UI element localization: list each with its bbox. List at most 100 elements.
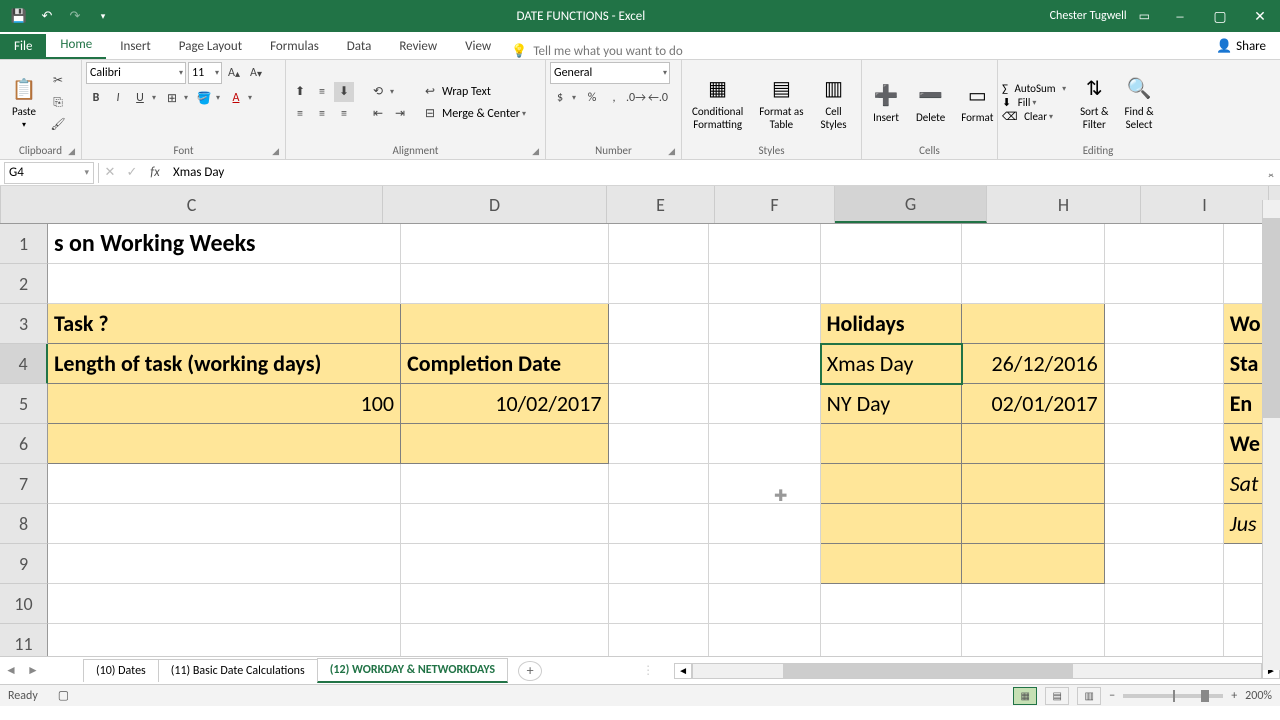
tab-formulas[interactable]: Formulas <box>256 34 333 59</box>
decrease-indent-button[interactable]: ⇤ <box>368 104 388 124</box>
column-header-D[interactable]: D <box>383 186 607 223</box>
cell-D7[interactable] <box>401 464 608 504</box>
cell-C6[interactable] <box>48 424 401 464</box>
find-select-button[interactable]: 🔍Find & Select <box>1118 73 1159 133</box>
horizontal-scrollbar[interactable]: ◄► <box>674 663 1280 679</box>
cell-D9[interactable] <box>401 544 608 584</box>
sheet-nav-prev[interactable]: ◄ <box>0 663 22 678</box>
number-dialog-icon[interactable]: ◢ <box>668 146 675 157</box>
cell-E10[interactable] <box>609 584 710 624</box>
bold-button[interactable]: B <box>86 88 106 108</box>
cell-D6[interactable] <box>401 424 608 464</box>
cell-H4[interactable]: 26/12/2016 <box>962 344 1105 384</box>
macro-record-icon[interactable]: ▢ <box>58 688 69 703</box>
cell-C3[interactable]: Task ? <box>48 304 401 344</box>
cell-C4[interactable]: Length of task (working days) <box>48 344 401 384</box>
cell-I3[interactable] <box>1105 304 1224 344</box>
increase-indent-button[interactable]: ⇥ <box>390 104 410 124</box>
tab-insert[interactable]: Insert <box>106 34 165 59</box>
comma-format-button[interactable]: , <box>604 88 624 108</box>
vertical-scrollbar[interactable] <box>1262 200 1280 670</box>
tab-page-layout[interactable]: Page Layout <box>165 34 256 59</box>
number-format-combo[interactable] <box>550 62 670 84</box>
increase-decimal-button[interactable]: .0→ <box>626 88 646 108</box>
row-header-4[interactable]: 4 <box>0 344 48 384</box>
alignment-dialog-icon[interactable]: ◢ <box>532 146 539 157</box>
tab-data[interactable]: Data <box>333 34 386 59</box>
row-header-1[interactable]: 1 <box>0 224 48 264</box>
cell-F10[interactable] <box>709 584 821 624</box>
insert-cells-button[interactable]: ➕Insert <box>866 79 906 126</box>
font-family-combo[interactable] <box>86 62 186 84</box>
wrap-text-button[interactable]: ↩Wrap Text <box>420 82 530 102</box>
row-header-11[interactable]: 11 <box>0 624 48 656</box>
cell-styles-button[interactable]: ▥Cell Styles <box>814 73 854 133</box>
align-middle-button[interactable]: ≡ <box>312 82 332 102</box>
sheet-tab-0[interactable]: (10) Dates <box>83 659 159 682</box>
cell-F5[interactable] <box>709 384 821 424</box>
cell-F8[interactable] <box>709 504 821 544</box>
percent-format-button[interactable]: % <box>582 88 602 108</box>
clear-button[interactable]: ⌫ Clear▾ <box>1002 110 1070 123</box>
row-header-10[interactable]: 10 <box>0 584 48 624</box>
cell-I11[interactable] <box>1105 624 1224 656</box>
cell-H6[interactable] <box>962 424 1105 464</box>
increase-font-button[interactable]: A▴ <box>224 63 244 83</box>
format-painter-button[interactable]: 🖌 <box>48 115 68 135</box>
underline-button[interactable]: U <box>130 88 150 108</box>
cell-C11[interactable] <box>48 624 401 656</box>
cell-F6[interactable] <box>709 424 821 464</box>
cell-E9[interactable] <box>609 544 710 584</box>
tab-home[interactable]: Home <box>46 32 106 59</box>
row-header-8[interactable]: 8 <box>0 504 48 544</box>
zoom-out-button[interactable]: − <box>1109 689 1115 703</box>
cell-E2[interactable] <box>609 264 710 304</box>
font-dialog-icon[interactable]: ◢ <box>272 146 279 157</box>
zoom-in-button[interactable]: + <box>1231 689 1237 703</box>
cell-I1[interactable] <box>1105 224 1224 264</box>
user-name[interactable]: Chester Tugwell <box>1050 9 1127 23</box>
paste-button[interactable]: 📋 Paste ▾ <box>4 73 44 132</box>
cell-H3[interactable] <box>962 304 1105 344</box>
cell-G9[interactable] <box>821 544 962 584</box>
cell-E4[interactable] <box>609 344 710 384</box>
fill-color-button[interactable]: 🪣 <box>194 88 214 108</box>
cell-C8[interactable] <box>48 504 401 544</box>
cell-E6[interactable] <box>609 424 710 464</box>
cell-G1[interactable] <box>821 224 962 264</box>
column-header-F[interactable]: F <box>715 186 835 223</box>
share-button[interactable]: 👤 Share <box>1202 34 1280 59</box>
cell-E7[interactable] <box>609 464 710 504</box>
zoom-level[interactable]: 200% <box>1245 689 1272 703</box>
cell-G6[interactable] <box>821 424 962 464</box>
sheet-tab-2[interactable]: (12) WORKDAY & NETWORKDAYS <box>317 658 508 683</box>
cell-F11[interactable] <box>709 624 821 656</box>
insert-function-icon[interactable]: fx <box>143 165 167 180</box>
cell-G5[interactable]: NY Day <box>821 384 962 424</box>
column-header-G[interactable]: G <box>835 186 987 223</box>
cell-I5[interactable] <box>1105 384 1224 424</box>
cell-C1[interactable]: s on Working Weeks <box>48 224 401 264</box>
tab-view[interactable]: View <box>451 34 505 59</box>
cell-G2[interactable] <box>821 264 962 304</box>
tab-file[interactable]: File <box>0 34 46 59</box>
cell-F7[interactable] <box>709 464 821 504</box>
cell-F4[interactable] <box>709 344 821 384</box>
accounting-format-button[interactable]: $ <box>550 88 570 108</box>
cell-H11[interactable] <box>962 624 1105 656</box>
italic-button[interactable]: I <box>108 88 128 108</box>
merge-center-button[interactable]: ⊟Merge & Center▾ <box>420 104 530 124</box>
cell-H1[interactable] <box>962 224 1105 264</box>
cell-G10[interactable] <box>821 584 962 624</box>
cell-G4[interactable]: Xmas Day <box>821 344 962 384</box>
cell-H5[interactable]: 02/01/2017 <box>962 384 1105 424</box>
cell-C10[interactable] <box>48 584 401 624</box>
cell-I10[interactable] <box>1105 584 1224 624</box>
cell-H7[interactable] <box>962 464 1105 504</box>
sort-filter-button[interactable]: ⇅Sort & Filter <box>1074 73 1114 133</box>
font-color-button[interactable]: A <box>226 88 246 108</box>
fill-button[interactable]: ⬇ Fill▾ <box>1002 96 1070 109</box>
format-as-table-button[interactable]: ▤Format as Table <box>753 73 809 133</box>
row-header-9[interactable]: 9 <box>0 544 48 584</box>
cell-C2[interactable] <box>48 264 401 304</box>
